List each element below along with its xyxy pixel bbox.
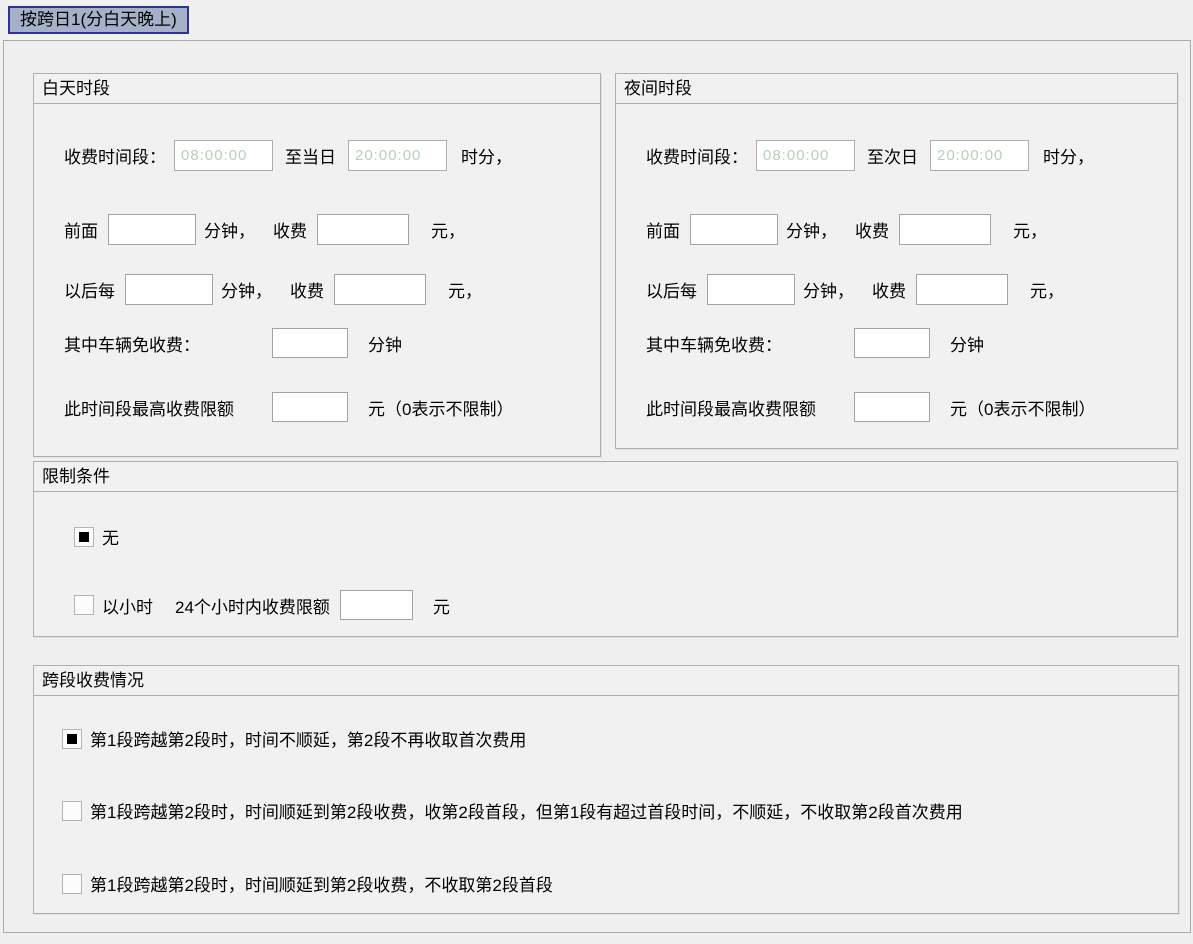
day-first-minutes-unit: 分钟，: [204, 217, 255, 242]
day-time-suffix: 时分，: [461, 143, 512, 168]
cross-option-3-label: 第1段跨越第2段时，时间顺延到第2段收费，不收取第2段首段: [90, 871, 553, 896]
night-after-row: 以后每 分钟， 收费 元，: [646, 274, 1064, 305]
night-after-minutes-input[interactable]: [707, 274, 795, 305]
cross-panel-title: 跨段收费情况: [34, 666, 1178, 696]
day-free-row: 其中车辆免收费： 分钟: [64, 328, 402, 358]
day-free-unit: 分钟: [368, 331, 402, 356]
night-first-minutes-unit: 分钟，: [786, 217, 837, 242]
day-start-time-input[interactable]: [174, 140, 273, 171]
day-free-label: 其中车辆免收费：: [64, 331, 272, 356]
night-max-unit: 元（0表示不限制）: [950, 395, 1095, 420]
tab-cross-day-1[interactable]: 按跨日1(分白天晚上): [8, 6, 189, 34]
cross-option-row: 第1段跨越第2段时，时间不顺延，第2段不再收取首次费用: [62, 726, 526, 751]
day-max-unit: 元（0表示不限制）: [368, 395, 513, 420]
day-max-fee-input[interactable]: [272, 392, 348, 422]
limit-none-row: 无: [74, 524, 119, 549]
night-after-fee-label: 收费: [872, 277, 906, 302]
limit-hourly-unit: 元: [433, 593, 450, 618]
day-period-panel: 白天时段 收费时间段： 至当日 时分， 前面 分钟， 收费 元， 以后每 分钟，: [33, 73, 601, 457]
limit-hourly-amount-input[interactable]: [340, 590, 413, 620]
limit-hourly-row: 以小时 24个小时内收费限额 元: [74, 590, 450, 620]
limit-hourly-label: 以小时: [102, 593, 153, 618]
night-max-fee-input[interactable]: [854, 392, 930, 422]
night-after-minutes-unit: 分钟，: [803, 277, 854, 302]
day-end-time-input[interactable]: [348, 140, 447, 171]
night-first-fee-input[interactable]: [899, 214, 991, 245]
cross-segment-panel: 跨段收费情况 第1段跨越第2段时，时间不顺延，第2段不再收取首次费用 第1段跨越…: [33, 665, 1179, 914]
night-max-row: 此时间段最高收费限额 元（0表示不限制）: [646, 392, 1095, 422]
night-end-time-input[interactable]: [930, 140, 1029, 171]
night-start-time-input[interactable]: [756, 140, 855, 171]
night-free-label: 其中车辆免收费：: [646, 331, 854, 356]
day-free-minutes-input[interactable]: [272, 328, 348, 358]
day-after-fee-input[interactable]: [334, 274, 426, 305]
night-first-minutes-input[interactable]: [690, 214, 778, 245]
night-after-fee-unit: 元，: [1030, 277, 1064, 302]
cross-option-1-checkbox[interactable]: [62, 729, 82, 749]
day-after-minutes-unit: 分钟，: [221, 277, 272, 302]
day-panel-title: 白天时段: [34, 74, 600, 104]
night-time-suffix: 时分，: [1043, 143, 1094, 168]
limit-conditions-panel: 限制条件 无 以小时 24个小时内收费限额 元: [33, 461, 1178, 637]
night-free-minutes-input[interactable]: [854, 328, 930, 358]
night-max-label: 此时间段最高收费限额: [646, 395, 854, 420]
day-time-label: 收费时间段：: [64, 143, 166, 168]
day-time-row: 收费时间段： 至当日 时分，: [64, 140, 512, 171]
night-time-mid-label: 至次日: [867, 143, 918, 168]
night-free-unit: 分钟: [950, 331, 984, 356]
day-max-row: 此时间段最高收费限额 元（0表示不限制）: [64, 392, 513, 422]
day-first-label: 前面: [64, 217, 98, 242]
cross-option-row: 第1段跨越第2段时，时间顺延到第2段收费，收第2段首段，但第1段有超过首段时间，…: [62, 798, 963, 823]
day-first-fee-label: 收费: [273, 217, 307, 242]
cross-option-3-checkbox[interactable]: [62, 874, 82, 894]
night-first-row: 前面 分钟， 收费 元，: [646, 214, 1047, 245]
night-free-row: 其中车辆免收费： 分钟: [646, 328, 984, 358]
cross-option-1-label: 第1段跨越第2段时，时间不顺延，第2段不再收取首次费用: [90, 726, 526, 751]
limit-panel-title: 限制条件: [34, 462, 1177, 492]
day-time-mid-label: 至当日: [285, 143, 336, 168]
night-period-panel: 夜间时段 收费时间段： 至次日 时分， 前面 分钟， 收费 元， 以后每 分钟，: [615, 73, 1178, 449]
day-after-row: 以后每 分钟， 收费 元，: [64, 274, 482, 305]
day-after-label: 以后每: [64, 277, 115, 302]
limit-none-label: 无: [102, 524, 119, 549]
night-after-label: 以后每: [646, 277, 697, 302]
day-first-minutes-input[interactable]: [108, 214, 196, 245]
cross-option-2-checkbox[interactable]: [62, 801, 82, 821]
limit-hourly-checkbox[interactable]: [74, 595, 94, 615]
limit-hourly-amount-label: 24个小时内收费限额: [175, 593, 330, 618]
day-first-row: 前面 分钟， 收费 元，: [64, 214, 465, 245]
night-time-label: 收费时间段：: [646, 143, 748, 168]
night-panel-title: 夜间时段: [616, 74, 1177, 104]
day-max-label: 此时间段最高收费限额: [64, 395, 272, 420]
night-time-row: 收费时间段： 至次日 时分，: [646, 140, 1094, 171]
limit-none-checkbox[interactable]: [74, 527, 94, 547]
cross-option-row: 第1段跨越第2段时，时间顺延到第2段收费，不收取第2段首段: [62, 871, 553, 896]
night-first-fee-label: 收费: [855, 217, 889, 242]
day-first-fee-unit: 元，: [431, 217, 465, 242]
night-first-label: 前面: [646, 217, 680, 242]
day-after-fee-label: 收费: [290, 277, 324, 302]
night-first-fee-unit: 元，: [1013, 217, 1047, 242]
night-after-fee-input[interactable]: [916, 274, 1008, 305]
cross-option-2-label: 第1段跨越第2段时，时间顺延到第2段收费，收第2段首段，但第1段有超过首段时间，…: [90, 798, 963, 823]
day-after-fee-unit: 元，: [448, 277, 482, 302]
tab-page: 白天时段 收费时间段： 至当日 时分， 前面 分钟， 收费 元， 以后每 分钟，: [3, 40, 1191, 933]
day-first-fee-input[interactable]: [317, 214, 409, 245]
day-after-minutes-input[interactable]: [125, 274, 213, 305]
